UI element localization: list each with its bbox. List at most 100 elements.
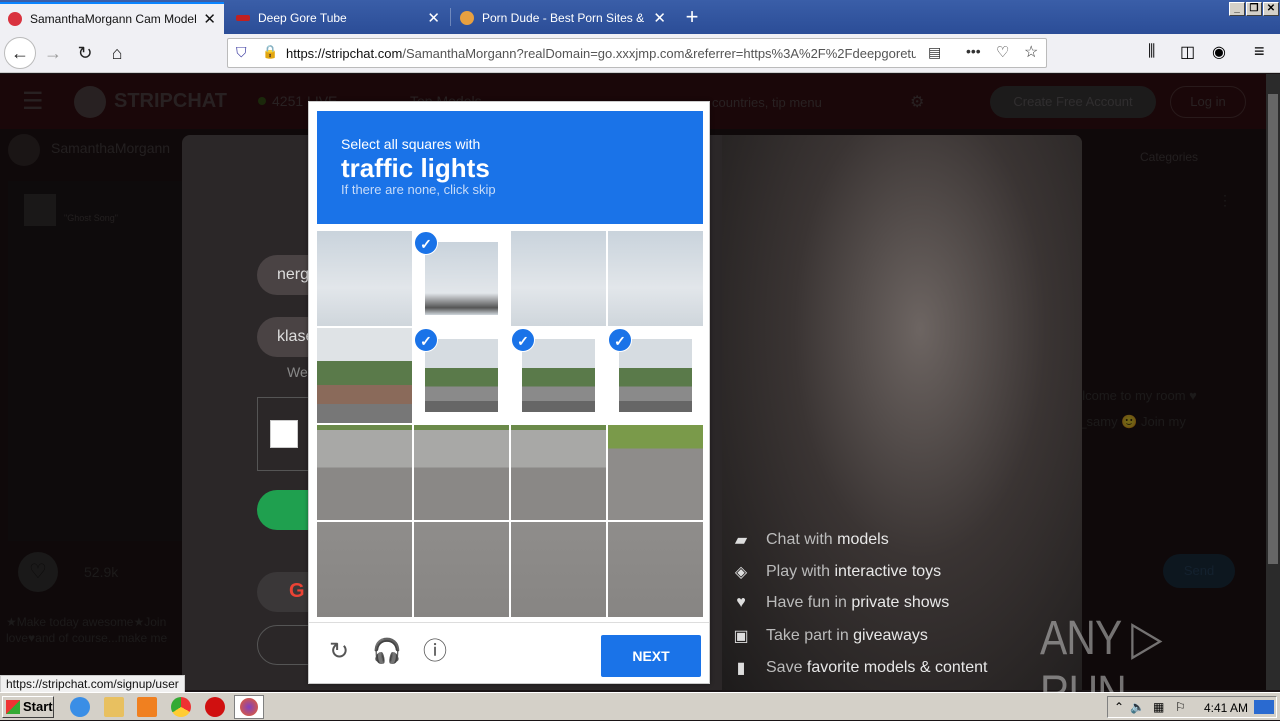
tile-image <box>619 339 692 412</box>
captcha-instruction: Select all squares with <box>341 136 481 152</box>
new-tab-button[interactable]: + <box>678 2 706 32</box>
next-button[interactable]: NEXT <box>601 635 701 677</box>
reload-icon: ↻ <box>77 42 93 63</box>
navigation-toolbar: ← → ↻ ⌂ ⛉ 🔒 https://stripchat.com/Samant… <box>0 34 1280 73</box>
menu-icon[interactable]: ≡ <box>1254 41 1265 62</box>
scrollbar-thumb[interactable] <box>1268 94 1278 564</box>
captcha-tile[interactable] <box>511 425 606 520</box>
reload-challenge-button[interactable]: ↻ <box>324 637 354 667</box>
page-scrollbar[interactable] <box>1266 74 1280 690</box>
benefit-item: ◈ Play with interactive toys <box>732 562 941 582</box>
window-close-button[interactable]: ✕ <box>1263 2 1279 16</box>
tile-image <box>414 522 509 617</box>
minimize-button[interactable]: _ <box>1229 2 1245 16</box>
captcha-footer: ↻ 🎧 ⓘ NEXT <box>309 622 709 684</box>
account-icon[interactable]: ◉ <box>1212 42 1226 62</box>
tray-expand-icon[interactable]: ⌃ <box>1114 700 1124 714</box>
benefit-text: Save <box>766 659 807 676</box>
firefox-taskbar-button[interactable] <box>234 695 264 719</box>
gift-icon: ▣ <box>733 628 749 645</box>
captcha-header: Select all squares with traffic lights I… <box>317 111 703 224</box>
forward-button[interactable]: → <box>38 38 68 68</box>
toy-icon: ◈ <box>734 564 748 581</box>
close-tab-icon[interactable]: ✕ <box>653 9 666 27</box>
back-button[interactable]: ← <box>4 37 36 69</box>
tab-deep-gore[interactable]: Deep Gore Tube ✕ <box>228 2 448 34</box>
shield-icon: ⛉ <box>236 44 247 60</box>
media-player-icon[interactable] <box>137 697 157 717</box>
recaptcha-challenge: Select all squares with traffic lights I… <box>308 101 710 684</box>
start-button[interactable]: Start <box>2 696 54 718</box>
reader-view-icon[interactable]: ▤ <box>928 44 941 61</box>
action-center-flag-icon[interactable]: ⚐ <box>1175 700 1186 714</box>
captcha-tile[interactable] <box>414 425 509 520</box>
chat-icon: ▰ <box>734 532 748 549</box>
home-button[interactable]: ⌂ <box>102 38 132 68</box>
benefit-highlight: models <box>837 531 889 548</box>
network-warning-icon[interactable]: ▦ <box>1153 700 1164 714</box>
url-domain: https://stripchat.com <box>286 45 403 61</box>
checkmark-icon: ✓ <box>511 328 535 352</box>
info-button[interactable]: ⓘ <box>420 637 450 667</box>
more-actions-icon[interactable]: ••• <box>966 43 981 59</box>
captcha-tile[interactable] <box>317 522 412 617</box>
site-favicon-icon <box>460 11 474 25</box>
opera-icon[interactable] <box>205 697 225 717</box>
checkmark-icon: ✓ <box>414 231 438 255</box>
captcha-tile[interactable] <box>511 522 606 617</box>
captcha-tile[interactable]: ✓ <box>414 328 509 423</box>
clock[interactable]: 4:41 AM <box>1204 701 1248 715</box>
captcha-tile[interactable] <box>608 425 703 520</box>
tile-image <box>511 522 606 617</box>
pocket-icon[interactable]: ♡ <box>996 43 1009 61</box>
hint-text: We <box>287 364 308 380</box>
tile-image <box>317 522 412 617</box>
tile-image <box>608 425 703 520</box>
volume-icon[interactable]: 🔈 <box>1130 700 1145 714</box>
library-icon[interactable]: ⫼ <box>1148 43 1155 61</box>
captcha-tile[interactable] <box>317 231 412 326</box>
tab-porn-dude[interactable]: Porn Dude - Best Porn Sites & Free ✕ <box>452 2 674 34</box>
home-icon: ⌂ <box>111 42 123 63</box>
tile-image <box>414 425 509 520</box>
show-desktop-icon[interactable] <box>1254 700 1274 714</box>
captcha-tile[interactable]: ✓ <box>414 231 509 326</box>
browser-tab-bar: SamanthaMorgann Cam Model: Fr ✕ Deep Gor… <box>0 0 1280 34</box>
close-tab-icon[interactable]: ✕ <box>427 9 440 27</box>
benefit-highlight: giveaways <box>853 627 928 644</box>
audio-challenge-button[interactable]: 🎧 <box>372 637 402 667</box>
captcha-tile[interactable]: ✓ <box>511 328 606 423</box>
captcha-tile[interactable] <box>414 522 509 617</box>
captcha-tile[interactable] <box>317 328 412 423</box>
benefit-item: ♥ Have fun in private shows <box>732 594 949 612</box>
captcha-tile[interactable] <box>511 231 606 326</box>
restore-button[interactable]: ❐ <box>1246 2 1262 16</box>
bookmark-star-icon[interactable]: ☆ <box>1024 42 1038 62</box>
info-icon: ⓘ <box>423 638 447 665</box>
captcha-tile[interactable] <box>317 425 412 520</box>
tile-image <box>317 231 412 326</box>
tile-image <box>608 231 703 326</box>
tile-image <box>511 425 606 520</box>
captcha-tile[interactable]: ✓ <box>608 328 703 423</box>
tile-image <box>511 231 606 326</box>
url-bar[interactable]: ⛉ 🔒 https://stripchat.com/SamanthaMorgan… <box>227 38 1047 68</box>
google-icon: G <box>289 580 305 602</box>
tab-stripchat[interactable]: SamanthaMorgann Cam Model: Fr ✕ <box>0 2 224 34</box>
chrome-icon[interactable] <box>171 697 191 717</box>
close-tab-icon[interactable]: ✕ <box>203 10 216 28</box>
tile-image <box>608 522 703 617</box>
benefit-text: Chat with <box>766 531 838 548</box>
captcha-tile[interactable] <box>608 231 703 326</box>
ie-icon[interactable] <box>70 697 90 717</box>
system-tray: ⌃ 🔈 ▦ ⚐ 4:41 AM <box>1107 696 1277 718</box>
benefit-text: Play with <box>766 563 835 580</box>
checkmark-icon: ✓ <box>414 328 438 352</box>
captcha-tile[interactable] <box>608 522 703 617</box>
sidebar-icon[interactable]: ◫ <box>1180 42 1195 62</box>
tab-title: Deep Gore Tube <box>258 11 347 25</box>
reload-button[interactable]: ↻ <box>70 38 100 68</box>
benefit-text: Have fun in <box>766 594 852 611</box>
recaptcha-checkbox[interactable] <box>270 420 298 448</box>
explorer-icon[interactable] <box>104 697 124 717</box>
